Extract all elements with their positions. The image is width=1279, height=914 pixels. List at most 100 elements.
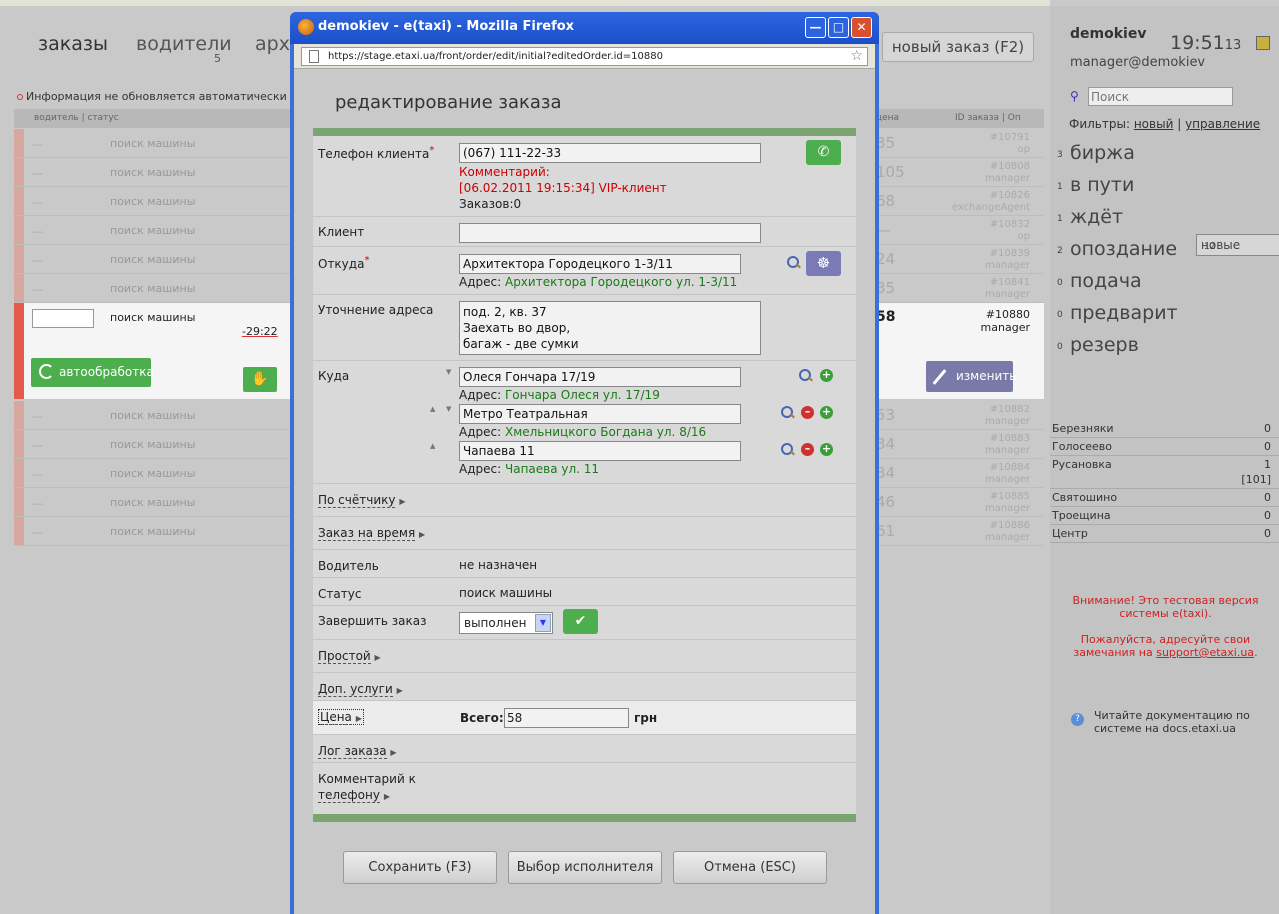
expand-icon: ▶ [355,714,362,723]
clock-time: 19:51 [1170,32,1225,54]
row-driver: — [32,410,43,423]
auto-process-label: автообработка [59,365,154,379]
to-input-2[interactable]: Метро Театральная [459,404,741,424]
status-filter-item[interactable]: 3 биржа [1050,138,1279,170]
phone-comment-toggle[interactable]: Комментарий к телефону ▶ [318,771,416,805]
to-input-1[interactable]: Олеся Гончара 17/19 [459,367,741,387]
logout-icon[interactable] [1256,36,1270,50]
status-filter-item[interactable]: 0 подача [1050,266,1279,298]
row-driver: — [32,196,43,209]
idle-toggle[interactable]: Простой ▶ [318,649,381,664]
add-stop-icon-2[interactable]: + [820,406,833,419]
thumbs-up-icon: ✋ [251,371,269,387]
driver-input[interactable] [32,309,94,328]
filter-manage-link[interactable]: управление [1185,117,1260,131]
row-driver: — [32,138,43,151]
remove-stop-icon-2[interactable]: – [801,406,814,419]
district-item[interactable]: Центр 0 [1050,525,1279,543]
edit-order-button[interactable]: изменить [926,361,1017,392]
move-up-icon-3[interactable]: ▲ [430,442,435,450]
row-status: поиск машины [110,311,196,324]
row-id: #10880 manager [981,308,1030,334]
row-operator: manager [985,260,1030,271]
status-filter-item[interactable]: 1 в пути [1050,170,1279,202]
bookmark-star-icon[interactable]: ☆ [850,48,863,65]
filter-new-link[interactable]: новый [1134,117,1174,131]
status-filter-item[interactable]: 0 предварит [1050,298,1279,330]
add-stop-icon-1[interactable]: + [820,369,833,382]
new-order-button[interactable]: новый заказ (F2) [882,32,1034,62]
col-price[interactable]: цена [876,113,899,123]
minimize-button[interactable]: — [805,17,826,38]
meter-toggle[interactable]: По счётчику ▶ [318,493,405,508]
finish-label: Завершить заказ [318,614,427,628]
price-toggle[interactable]: Цена ▶ [318,709,364,725]
add-stop-icon-3[interactable]: + [820,443,833,456]
status-filter-item[interactable]: 1 ждёт [1050,202,1279,234]
alert-line-1: Внимание! Это тестовая версия системы e(… [1072,594,1259,620]
row-operator: manager [985,173,1030,184]
row-id-number: #10883 [989,433,1030,444]
move-down-icon-1[interactable]: ▼ [446,368,451,376]
row-id: #10885 manager [985,491,1030,515]
nav-orders[interactable]: заказы [38,33,108,55]
district-item[interactable]: Троещина 0 [1050,507,1279,525]
thumbs-up-button[interactable]: ✋ [243,367,277,392]
close-button[interactable]: ✕ [851,17,872,38]
expand-icon: ▶ [383,792,390,801]
docs-text[interactable]: Читайте документацию по системе на docs.… [1094,709,1264,735]
cancel-button[interactable]: Отмена (ESC) [673,851,827,884]
row-client: Клиент [313,217,856,247]
call-button[interactable]: ✆ [806,140,841,165]
choose-executor-button[interactable]: Выбор исполнителя [508,851,662,884]
driver-label: Водитель [318,559,379,573]
window-titlebar[interactable]: demokiev - e(taxi) - Mozilla Firefox — □… [290,12,879,44]
support-email-link[interactable]: support@etaxi.ua [1156,646,1254,659]
alert-line-2: Пожалуйста, адресуйте свои замечания на … [1056,633,1275,659]
edit-order-label: изменить [956,369,1017,383]
move-down-icon-2[interactable]: ▼ [446,405,451,413]
help-icon: ? [1071,713,1084,726]
log-toggle[interactable]: Лог заказа ▶ [318,744,397,759]
status-label: опоздание [1070,238,1178,260]
scheduled-toggle[interactable]: Заказ на время ▶ [318,526,425,541]
district-item[interactable]: Святошино 0 [1050,489,1279,507]
district-item[interactable]: Русановка 1 [101] [1050,456,1279,489]
extra-toggle[interactable]: Доп. услуги ▶ [318,682,403,697]
status-filter-item[interactable]: 2 опоздание [1050,234,1279,266]
save-button[interactable]: Сохранить (F3) [343,851,497,884]
col-driver-status[interactable]: водитель | статус [34,113,119,123]
row-clarify: Уточнение адреса под. 2, кв. 37 Заехать … [313,295,856,361]
search-input[interactable] [1088,87,1233,106]
move-up-icon-2[interactable]: ▲ [430,405,435,413]
from-map-button[interactable]: ☸ [806,251,841,276]
col-id[interactable]: ID заказа | Оп [955,113,1021,123]
district-item[interactable]: Голосеево 0 [1050,438,1279,456]
filters: Фильтры: новый | управление [1069,117,1260,131]
district-name: Голосеево [1052,440,1112,453]
maximize-button[interactable]: □ [828,17,849,38]
district-extra: [101] [1241,473,1271,486]
total-input[interactable]: 58 [504,708,629,728]
url-text: https://stage.etaxi.ua/front/order/edit/… [328,51,663,62]
auto-process-button[interactable]: автообработка [31,358,154,387]
status-label: ждёт [1070,206,1124,228]
status-filter-item[interactable]: 0 резерв [1050,330,1279,362]
district-item[interactable]: Березняки 0 [1050,420,1279,438]
client-input[interactable] [459,223,761,243]
finish-confirm-button[interactable]: ✔ [563,609,598,634]
finish-select[interactable]: выполнен ▼ [459,612,553,634]
phone-input[interactable]: (067) 111-22-33 [459,143,761,163]
row-operator: op [1017,231,1030,242]
window-content: редактирование заказа Телефон клиента* (… [294,69,875,914]
row-operator: manager [985,445,1030,456]
url-field[interactable]: https://stage.etaxi.ua/front/order/edit/… [301,47,868,66]
remove-stop-icon-3[interactable]: – [801,443,814,456]
row-phone: Телефон клиента* (067) 111-22-33 ✆ Комме… [313,136,856,217]
row-id: #10841 manager [985,277,1030,301]
district-count: 0 [1264,440,1271,453]
nav-archive[interactable]: арх [255,33,290,55]
from-input[interactable]: Архитектора Городецкого 1-3/11 [459,254,741,274]
clarify-textarea[interactable]: под. 2, кв. 37 Заехать во двор, багаж - … [459,301,761,355]
to-input-3[interactable]: Чапаева 11 [459,441,741,461]
